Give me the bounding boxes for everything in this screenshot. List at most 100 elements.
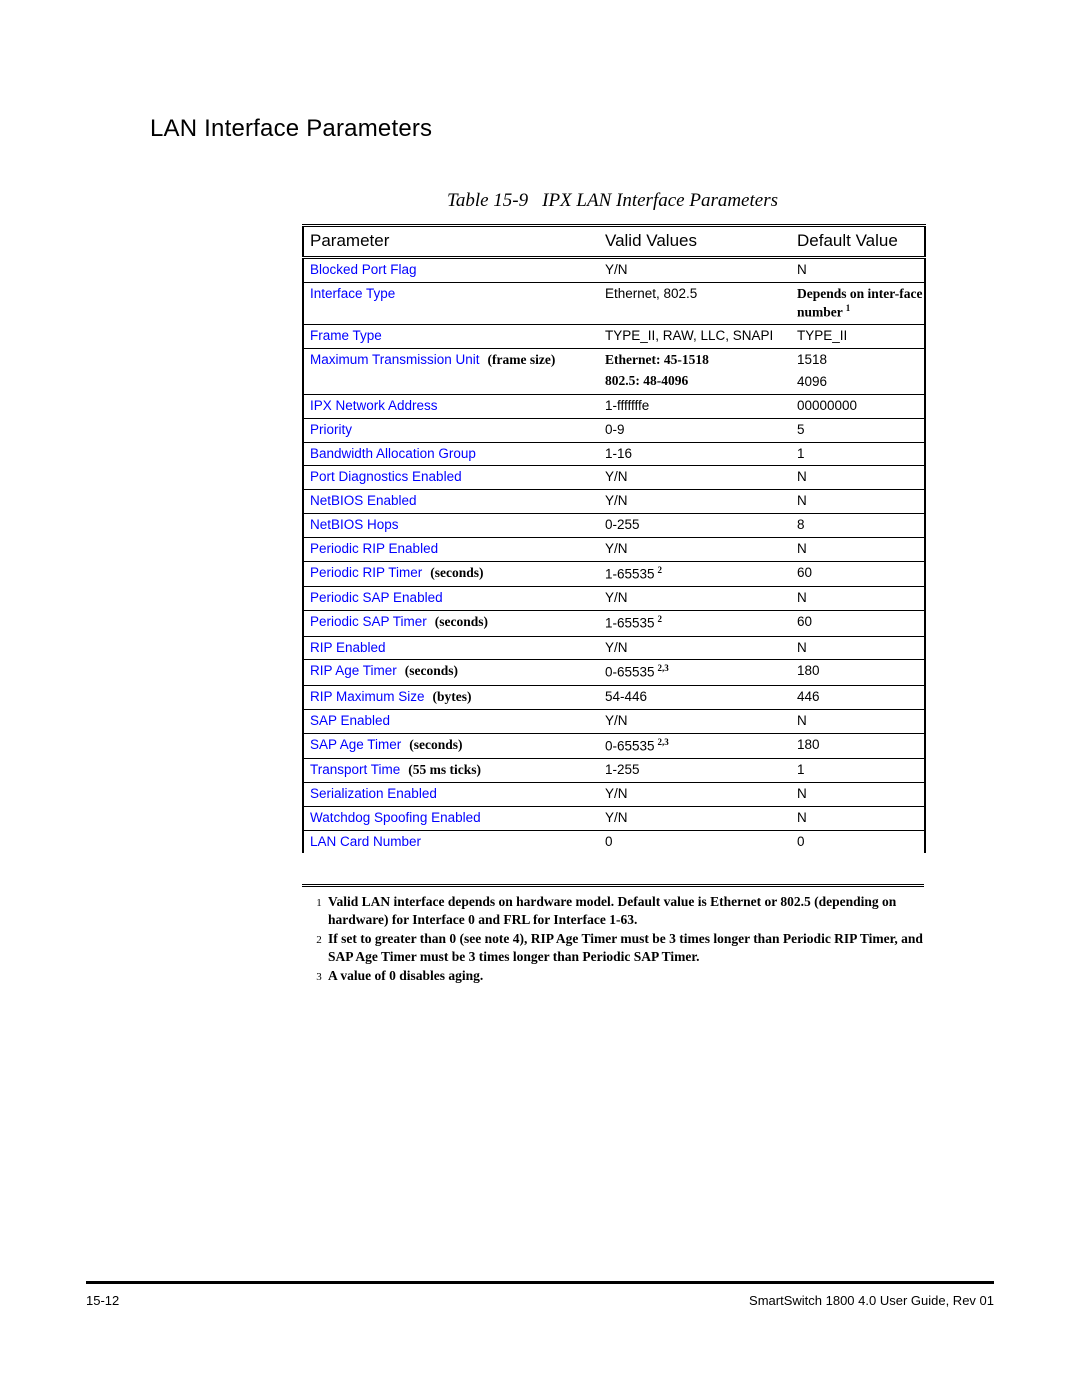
- parameter-name: NetBIOS Hops: [310, 517, 399, 533]
- column-header-valid-values: Valid Values: [603, 224, 793, 259]
- table-row: Periodic RIP Enabled Y/N N: [303, 537, 925, 562]
- cell-valid-values: 0-65535 2,3: [603, 732, 793, 759]
- valid-value-text: TYPE_II, RAW, LLC, SNAPI: [605, 328, 774, 344]
- default-value-text: 00000000: [797, 397, 858, 413]
- page-title: LAN Interface Parameters: [150, 115, 433, 142]
- cell-valid-values: Y/N: [603, 708, 793, 733]
- cell-parameter: SAP Age Timer (seconds): [303, 732, 603, 759]
- footnote-marker: 2,3: [657, 663, 669, 674]
- cell-valid-values: Ethernet: 45-1518 802.5: 48-4096: [603, 348, 793, 395]
- footnote: 1 Valid LAN interface depends on hardware…: [310, 893, 935, 929]
- parameter-unit: (seconds): [409, 736, 463, 752]
- default-value-text: N: [797, 590, 807, 606]
- cell-default-value: 1: [793, 757, 925, 783]
- parameter-unit: (seconds): [430, 564, 484, 580]
- valid-value-text: 0-9: [605, 421, 625, 437]
- cell-default-value: 5: [793, 417, 925, 442]
- parameter-name: Port Diagnostics Enabled: [310, 469, 462, 485]
- footnote-marker: 1: [845, 302, 851, 313]
- parameter-name: Blocked Port Flag: [310, 262, 417, 277]
- cell-default-value: N: [793, 258, 925, 283]
- table-row: Watchdog Spoofing Enabled Y/N N: [303, 805, 925, 830]
- cell-parameter: RIP Enabled: [303, 635, 603, 660]
- cell-valid-values: 0: [603, 829, 793, 854]
- default-value-text: N: [797, 469, 807, 485]
- valid-value-text: 0-255: [605, 517, 640, 533]
- default-value-text: N: [797, 712, 807, 728]
- cell-parameter: RIP Maximum Size (bytes): [303, 684, 603, 710]
- parameter-name: Interface Type: [310, 285, 396, 301]
- cell-valid-values: Y/N: [603, 635, 793, 660]
- footnote-text: If set to greater than 0 (see note 4), R…: [328, 930, 923, 964]
- cell-default-value: 1: [793, 441, 925, 466]
- cell-parameter: Periodic SAP Enabled: [303, 586, 603, 611]
- cell-parameter: Periodic RIP Enabled: [303, 537, 603, 562]
- footnote: 2 If set to greater than 0 (see note 4), …: [310, 930, 935, 966]
- footnote-marker: 2: [657, 564, 663, 575]
- cell-parameter: Port Diagnostics Enabled: [303, 465, 603, 490]
- table-row: RIP Maximum Size (bytes) 54-446 446: [303, 684, 925, 710]
- cell-default-value: N: [793, 635, 925, 660]
- cell-valid-values: 1-65535 2: [603, 610, 793, 636]
- footnote-text: Valid LAN interface depends on hardware …: [328, 894, 897, 927]
- cell-parameter: SAP Enabled: [303, 708, 603, 733]
- table-row: Blocked Port Flag Y/N N: [303, 258, 925, 283]
- valid-value-text: Y/N: [605, 262, 628, 277]
- cell-parameter: Priority: [303, 417, 603, 442]
- cell-valid-values: Y/N: [603, 258, 793, 283]
- table-footnotes: 1 Valid LAN interface depends on hardware…: [310, 893, 935, 986]
- valid-value-text: Ethernet: 45-1518: [605, 352, 709, 367]
- default-value-text: N: [797, 262, 807, 277]
- parameter-unit: (frame size): [487, 352, 556, 367]
- table-row: Maximum Transmission Unit (frame size) Eth…: [303, 348, 925, 395]
- default-value-text: 8: [797, 517, 805, 533]
- cell-default-value: 180: [793, 659, 925, 686]
- cell-default-value: 60: [793, 560, 925, 587]
- table-row: Periodic SAP Timer (seconds) 1-65535 2 60: [303, 610, 925, 636]
- default-value-text: 1: [797, 761, 805, 777]
- cell-default-value: TYPE_II: [793, 324, 925, 349]
- default-value-text: 1518: [797, 352, 828, 367]
- table-header: Parameter Valid Values Default Value: [303, 224, 925, 259]
- parameter-name: RIP Maximum Size: [310, 688, 425, 704]
- cell-valid-values: 1-255: [603, 757, 793, 783]
- table-row: SAP Enabled Y/N N: [303, 708, 925, 733]
- parameter-name: Periodic RIP Timer: [310, 564, 423, 580]
- footnote-number: 1: [316, 897, 322, 909]
- default-value-text: 180: [797, 736, 820, 752]
- default-value-text: N: [797, 541, 807, 556]
- cell-default-value: N: [793, 586, 925, 611]
- parameter-name: Periodic SAP Enabled: [310, 590, 443, 606]
- default-value-text: 60: [797, 614, 813, 630]
- cell-parameter: Bandwidth Allocation Group: [303, 441, 603, 466]
- cell-valid-values: Ethernet, 802.5: [603, 281, 793, 325]
- cell-valid-values: Y/N: [603, 586, 793, 611]
- cell-parameter: Periodic RIP Timer (seconds): [303, 560, 603, 587]
- default-value-text-line2: 4096: [797, 373, 828, 389]
- table-body: Blocked Port Flag Y/N N Interface Type Ether…: [303, 258, 925, 854]
- cell-parameter: Periodic SAP Timer (seconds): [303, 610, 603, 636]
- parameter-name: IPX Network Address: [310, 397, 438, 413]
- valid-value-text: Ethernet, 802.5: [605, 285, 698, 301]
- parameter-name: Frame Type: [310, 328, 382, 344]
- parameter-name: NetBIOS Enabled: [310, 493, 417, 509]
- default-value-text: N: [797, 493, 807, 509]
- parameter-name: Maximum Transmission Unit: [310, 352, 480, 367]
- valid-value-text: Y/N: [605, 712, 628, 728]
- cell-valid-values: 54-446: [603, 684, 793, 710]
- default-value-text: TYPE_II: [797, 328, 848, 344]
- table-row: Priority 0-9 5: [303, 417, 925, 442]
- valid-value-text: 1-16: [605, 445, 633, 461]
- default-value-text: N: [797, 639, 807, 655]
- footnote-marker: 2,3: [657, 736, 669, 747]
- default-value-text: N: [797, 809, 807, 825]
- column-header-parameter: Parameter: [303, 224, 603, 259]
- parameter-name: Serialization Enabled: [310, 785, 437, 801]
- cell-parameter: Serialization Enabled: [303, 781, 603, 807]
- cell-default-value: N: [793, 805, 925, 830]
- table-row: RIP Enabled Y/N N: [303, 635, 925, 660]
- valid-value-text: 0: [605, 833, 613, 849]
- cell-default-value: 60: [793, 610, 925, 636]
- table-header-row: Parameter Valid Values Default Value: [303, 224, 925, 259]
- cell-parameter: Maximum Transmission Unit (frame size): [303, 348, 603, 395]
